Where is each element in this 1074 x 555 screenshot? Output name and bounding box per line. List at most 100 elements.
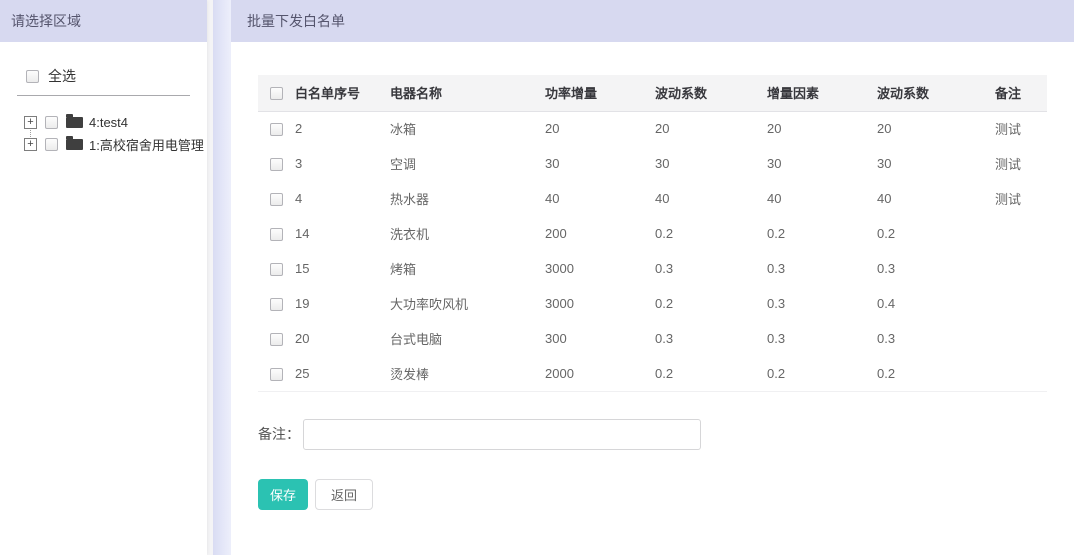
table-cell: 0.2 xyxy=(655,286,767,321)
table-cell: 40 xyxy=(767,181,877,216)
table-cell: 0.3 xyxy=(767,251,877,286)
table-cell: 0.2 xyxy=(767,356,877,391)
table-row: 20台式电脑3000.30.30.3 xyxy=(258,321,1047,356)
column-header-6: 备注 xyxy=(995,75,1047,111)
remark-label: 备注： xyxy=(258,424,300,444)
table-row: 3空调30303030测试 xyxy=(258,146,1047,181)
row-checkbox-cell xyxy=(258,356,295,391)
table-cell: 大功率吹风机 xyxy=(390,286,545,321)
table-cell: 40 xyxy=(655,181,767,216)
column-header-4: 增量因素 xyxy=(767,75,877,111)
table-cell: 4 xyxy=(295,181,390,216)
table-cell: 空调 xyxy=(390,146,545,181)
column-header-5: 波动系数 xyxy=(877,75,995,111)
table-cell: 0.2 xyxy=(767,216,877,251)
row-checkbox[interactable] xyxy=(270,228,283,241)
table-cell: 0.2 xyxy=(655,216,767,251)
table-cell: 0.2 xyxy=(877,216,995,251)
table-header-row: 白名单序号电器名称功率增量波动系数增量因素波动系数备注 xyxy=(258,75,1047,111)
table-cell: 烫发棒 xyxy=(390,356,545,391)
table-cell: 30 xyxy=(877,146,995,181)
tree-item-label[interactable]: 1:高校宿舍用电管理 xyxy=(89,135,204,154)
table-cell: 19 xyxy=(295,286,390,321)
row-checkbox-cell xyxy=(258,286,295,321)
back-button[interactable]: 返回 xyxy=(315,479,373,510)
table-cell: 0.2 xyxy=(655,356,767,391)
table-cell: 15 xyxy=(295,251,390,286)
table-row: 2冰箱20202020测试 xyxy=(258,111,1047,146)
row-checkbox[interactable] xyxy=(270,333,283,346)
select-all-checkbox[interactable] xyxy=(26,70,39,83)
save-button[interactable]: 保存 xyxy=(258,479,308,510)
row-checkbox[interactable] xyxy=(270,193,283,206)
table-cell xyxy=(995,356,1047,391)
select-all-label: 全选 xyxy=(48,66,76,86)
row-checkbox[interactable] xyxy=(270,298,283,311)
table-cell xyxy=(995,216,1047,251)
table-cell xyxy=(995,286,1047,321)
table-cell: 20 xyxy=(545,111,655,146)
table-cell: 30 xyxy=(767,146,877,181)
expand-plus-icon[interactable]: + xyxy=(24,138,37,151)
table-cell: 20 xyxy=(767,111,877,146)
whitelist-main-panel: 批量下发白名单 白名单序号电器名称功率增量波动系数增量因素波动系数备注 2冰箱2… xyxy=(231,0,1074,555)
tree-item[interactable]: +1:高校宿舍用电管理 xyxy=(24,133,207,155)
tree-item-label[interactable]: 4:test4 xyxy=(89,115,128,130)
table-cell: 0.3 xyxy=(877,251,995,286)
folder-icon xyxy=(66,139,83,150)
table-cell: 30 xyxy=(545,146,655,181)
expand-plus-icon[interactable]: + xyxy=(24,116,37,129)
tree-item-checkbox[interactable] xyxy=(45,138,58,151)
row-checkbox-cell xyxy=(258,216,295,251)
table-cell: 2000 xyxy=(545,356,655,391)
table-cell: 测试 xyxy=(995,146,1047,181)
table-row: 4热水器40404040测试 xyxy=(258,181,1047,216)
table-cell: 冰箱 xyxy=(390,111,545,146)
region-sidebar-panel: 请选择区域 全选 +4:test4+1:高校宿舍用电管理 xyxy=(0,0,207,555)
remark-input[interactable] xyxy=(303,419,701,450)
whitelist-table: 白名单序号电器名称功率增量波动系数增量因素波动系数备注 2冰箱20202020测… xyxy=(258,75,1047,392)
table-cell: 0.3 xyxy=(655,251,767,286)
table-cell: 20 xyxy=(655,111,767,146)
row-checkbox[interactable] xyxy=(270,158,283,171)
table-cell: 3000 xyxy=(545,251,655,286)
table-cell: 40 xyxy=(877,181,995,216)
table-cell: 0.4 xyxy=(877,286,995,321)
column-header-0: 白名单序号 xyxy=(295,75,390,111)
table-cell: 测试 xyxy=(995,181,1047,216)
column-header-3: 波动系数 xyxy=(655,75,767,111)
table-row: 19大功率吹风机30000.20.30.4 xyxy=(258,286,1047,321)
tree-item[interactable]: +4:test4 xyxy=(24,111,207,133)
row-checkbox-cell xyxy=(258,111,295,146)
table-cell: 2 xyxy=(295,111,390,146)
row-checkbox[interactable] xyxy=(270,368,283,381)
header-checkbox[interactable] xyxy=(270,87,283,100)
region-tree: +4:test4+1:高校宿舍用电管理 xyxy=(24,111,207,155)
page-title: 批量下发白名单 xyxy=(231,0,1074,42)
table-row: 25烫发棒20000.20.20.2 xyxy=(258,356,1047,391)
row-checkbox[interactable] xyxy=(270,123,283,136)
column-header-1: 电器名称 xyxy=(390,75,545,111)
table-cell xyxy=(995,321,1047,356)
table-cell: 20 xyxy=(295,321,390,356)
table-cell: 0.3 xyxy=(655,321,767,356)
header-checkbox-cell xyxy=(258,75,295,111)
tree-item-checkbox[interactable] xyxy=(45,116,58,129)
table-cell: 20 xyxy=(877,111,995,146)
row-checkbox[interactable] xyxy=(270,263,283,276)
table-cell: 14 xyxy=(295,216,390,251)
table-cell xyxy=(995,251,1047,286)
table-row: 14洗衣机2000.20.20.2 xyxy=(258,216,1047,251)
table-cell: 25 xyxy=(295,356,390,391)
table-cell: 30 xyxy=(655,146,767,181)
table-cell: 0.3 xyxy=(767,321,877,356)
table-cell: 200 xyxy=(545,216,655,251)
table-row: 15烤箱30000.30.30.3 xyxy=(258,251,1047,286)
folder-icon xyxy=(66,117,83,128)
table-cell: 烤箱 xyxy=(390,251,545,286)
table-cell: 热水器 xyxy=(390,181,545,216)
table-cell: 0.3 xyxy=(877,321,995,356)
table-cell: 3000 xyxy=(545,286,655,321)
sidebar-title: 请选择区域 xyxy=(0,0,207,42)
select-all-row[interactable]: 全选 xyxy=(26,68,207,84)
